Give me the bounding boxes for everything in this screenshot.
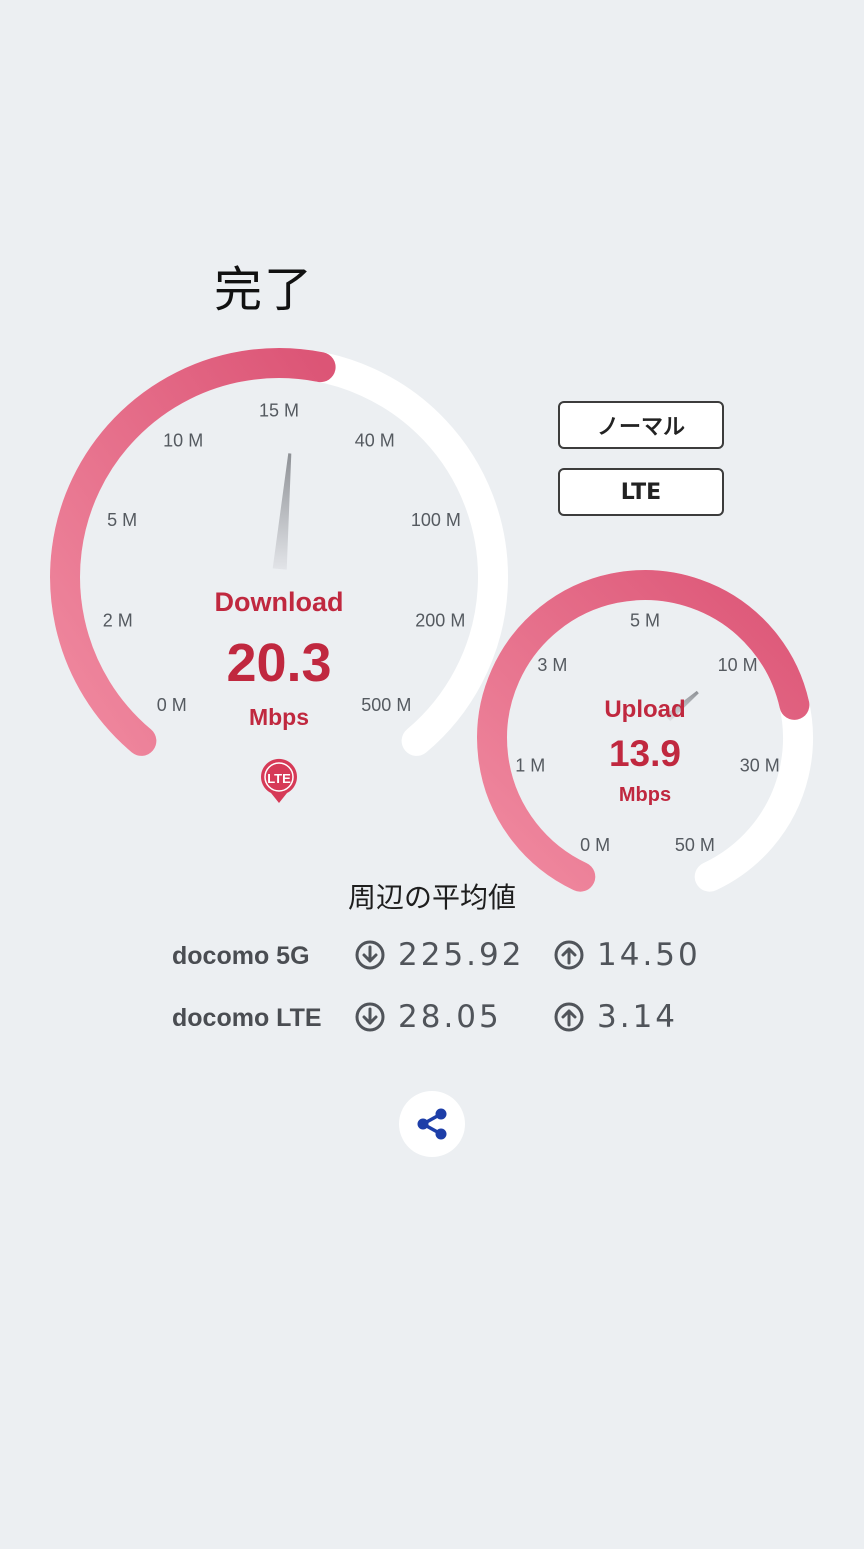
- averages-title: 周辺の平均値: [347, 881, 516, 914]
- average-download-value: 225.92: [398, 937, 525, 973]
- arrow-down-circle-icon: [355, 940, 385, 970]
- lte-badge-text: LTE: [267, 771, 291, 786]
- tick-label: 0 M: [580, 835, 610, 855]
- download-gauge: 0 M 2 M 5 M 10 M 15 M 40 M 100 M 200 M 500 M Dow…: [50, 348, 813, 892]
- arrow-up-circle-icon: [554, 1002, 584, 1032]
- arrow-up-circle-icon: [554, 940, 584, 970]
- tick-label: 500 M: [361, 695, 411, 715]
- tick-label: 2 M: [103, 611, 133, 631]
- upload-label: Upload: [604, 696, 685, 723]
- share-button[interactable]: [399, 1091, 465, 1157]
- normal-mode-button[interactable]: ノーマル: [558, 401, 724, 449]
- tick-label: 30 M: [740, 756, 780, 776]
- average-download-value: 28.05: [398, 999, 502, 1035]
- average-upload-value: 3.14: [597, 999, 679, 1035]
- carrier-label: docomo 5G: [172, 942, 310, 970]
- arrow-down-circle-icon: [355, 1002, 385, 1032]
- tick-label: 200 M: [415, 611, 465, 631]
- tick-label: 15 M: [259, 400, 299, 420]
- tick-label: 5 M: [630, 610, 660, 630]
- average-download: 28.05: [354, 999, 502, 1035]
- tick-label: 10 M: [163, 431, 203, 451]
- average-download: 225.92: [354, 937, 524, 973]
- tick-label: 5 M: [107, 510, 137, 530]
- upload-unit: Mbps: [619, 784, 671, 806]
- tick-label: 0 M: [157, 695, 187, 715]
- lte-mode-button[interactable]: LTE: [558, 468, 724, 516]
- tick-label: 10 M: [718, 655, 758, 675]
- download-value: 20.3: [226, 633, 331, 693]
- carrier-label: docomo LTE: [172, 1004, 322, 1032]
- download-label: Download: [215, 587, 344, 617]
- average-upload: 14.50: [553, 937, 701, 973]
- lte-pin-icon: LTE: [261, 758, 297, 803]
- tick-label: 3 M: [537, 655, 567, 675]
- tick-label: 40 M: [355, 431, 395, 451]
- average-upload-value: 14.50: [597, 937, 701, 973]
- share-icon: [417, 1108, 447, 1140]
- tick-label: 1 M: [515, 756, 545, 776]
- download-unit: Mbps: [249, 704, 309, 730]
- tick-label: 100 M: [411, 510, 461, 530]
- upload-value: 13.9: [609, 733, 681, 774]
- download-needle: [272, 453, 292, 570]
- average-upload: 3.14: [553, 999, 678, 1035]
- tick-label: 50 M: [675, 835, 715, 855]
